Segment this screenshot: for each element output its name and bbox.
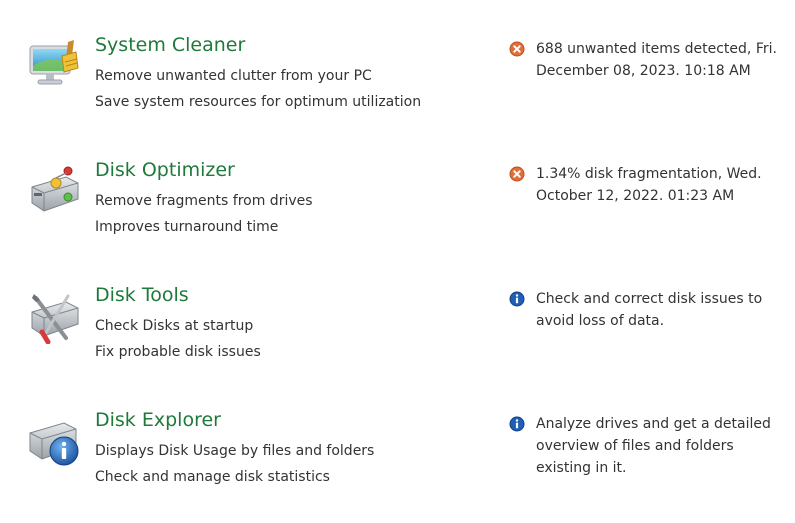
- tool-title[interactable]: Disk Optimizer: [95, 159, 235, 181]
- tool-description: Check and manage disk statistics: [95, 469, 330, 485]
- tool-title[interactable]: System Cleaner: [95, 34, 245, 56]
- status-text: Analyze drives and get a detailed overvi…: [536, 416, 771, 476]
- disk-drive-icon: [31, 166, 79, 212]
- tool-item-disk-optimizer[interactable]: Disk Optimizer Remove fragments from dri…: [0, 159, 795, 273]
- tool-item-disk-tools[interactable]: Disk Tools Check Disks at startup Fix pr…: [0, 284, 795, 398]
- tool-description: Check Disks at startup: [95, 318, 254, 334]
- status-text: 1.34% disk fragmentation, Wed. October 1…: [536, 166, 762, 204]
- tool-description: Remove fragments from drives: [95, 193, 313, 209]
- tool-description: Displays Disk Usage by files and folders: [95, 443, 375, 459]
- warning-icon: [509, 166, 525, 182]
- tool-description: Improves turnaround time: [95, 219, 279, 235]
- tool-description: Save system resources for optimum utiliz…: [95, 94, 422, 110]
- monitor-broom-icon: [29, 40, 79, 85]
- status-text: Check and correct disk issues to avoid l…: [536, 291, 763, 329]
- disk-explorer-icon: [29, 422, 79, 466]
- tool-item-system-cleaner[interactable]: System Cleaner Remove unwanted clutter f…: [0, 34, 795, 148]
- warning-icon: [509, 41, 525, 57]
- tool-title[interactable]: Disk Explorer: [95, 409, 221, 431]
- info-icon: [509, 416, 525, 432]
- tool-description: Remove unwanted clutter from your PC: [95, 68, 372, 84]
- status-text: 688 unwanted items detected, Fri. Decemb…: [536, 41, 777, 79]
- tool-description: Fix probable disk issues: [95, 344, 261, 360]
- tool-title[interactable]: Disk Tools: [95, 284, 189, 306]
- disk-tools-icon: [31, 294, 79, 344]
- tool-item-disk-explorer[interactable]: Disk Explorer Displays Disk Usage by fil…: [0, 409, 795, 523]
- info-icon: [509, 291, 525, 307]
